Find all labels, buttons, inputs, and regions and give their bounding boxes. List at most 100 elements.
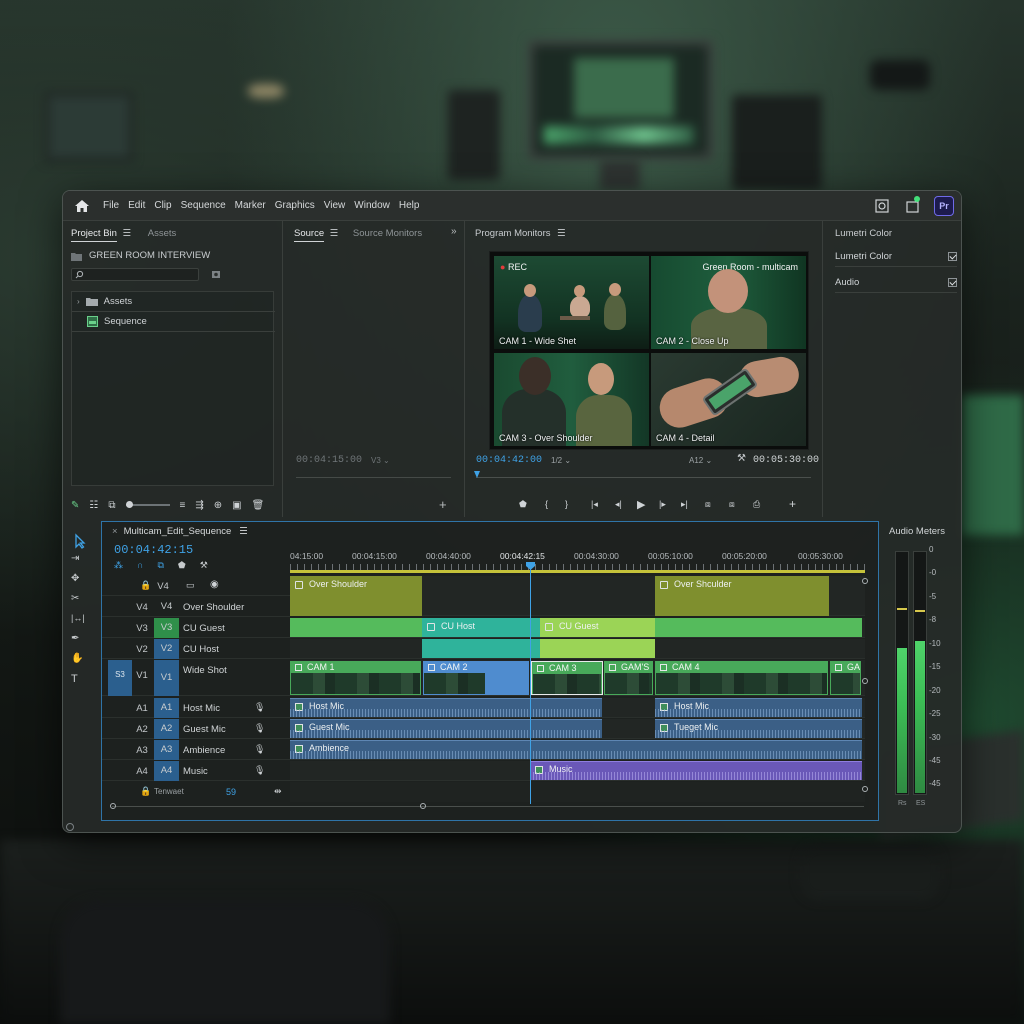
panel-menu-icon[interactable]: ☰ [239,526,248,537]
add-button[interactable]: + [439,497,447,512]
sort-icon[interactable]: ≡ [180,500,186,511]
clip-cam-5[interactable]: GAM'S [604,661,654,695]
effect-checkbox[interactable] [948,252,957,261]
microphone-icon[interactable]: 🎙 [254,723,265,734]
clip-ambience[interactable]: Ambience [290,740,862,759]
tab-source[interactable]: Source [294,228,325,242]
go-to-in-icon[interactable]: |◂ [591,499,598,510]
track-patch[interactable]: A1 [154,698,179,718]
clip-cu-guest[interactable] [290,618,422,637]
nest-icon[interactable]: ⁂ [114,560,123,571]
horizontal-scrollbar[interactable] [112,806,864,807]
eye-icon[interactable]: ◉ [210,579,219,590]
scrollbar-handle-left[interactable] [110,803,116,809]
close-icon[interactable]: × [112,526,118,537]
source-timecode[interactable]: 00:04:15:00 [296,455,362,466]
list-view-icon[interactable]: ☷ [89,500,98,511]
clip-cam-2[interactable]: CAM 2 [423,661,530,695]
cam-4-view[interactable]: CAM 4 - Detail [651,353,806,446]
step-back-icon[interactable]: ◂| [615,499,622,510]
clip-cu-guest[interactable] [655,618,862,637]
clip-cam-3[interactable]: CAM 3 [531,661,603,695]
menu-help[interactable]: Help [399,200,420,211]
chevron-right-icon[interactable]: › [77,297,80,306]
track-patch[interactable]: V2 [154,639,179,659]
audio-meters-title[interactable]: Audio Meters [889,526,945,537]
quality-select[interactable]: A12 ⌄ [689,456,712,465]
track-header-v2[interactable]: V2 V2 CU Host [102,639,290,659]
fit-sequence-icon[interactable]: ⇹ [274,786,282,797]
play-icon[interactable]: ▶ [637,498,645,511]
overwrite-icon[interactable]: ⧈ [729,499,735,510]
clip-cam-4[interactable]: CAM 4 [655,661,829,695]
track-select-icon[interactable]: ⇥ [71,553,89,569]
menu-sequence[interactable]: Sequence [181,200,226,211]
scroll-handle[interactable] [862,786,868,792]
track-patch[interactable]: V4 [154,597,179,617]
track-header-a3[interactable]: A3 A3 Ambience 🎙 [102,740,290,760]
menu-graphics[interactable]: Graphics [275,200,315,211]
step-forward-icon[interactable]: |▸ [659,499,666,510]
lock-icon[interactable]: 🔒 [140,580,151,591]
film-icon[interactable]: ▭ [186,580,195,591]
track-patch[interactable]: A2 [154,719,179,739]
menu-clip[interactable]: Clip [154,200,171,211]
time-ruler[interactable]: 04:15:00 00:04:15:00 00:04:40:00 00:04:4… [290,546,865,574]
hand-tool-icon[interactable]: ✋ [71,653,89,669]
find-icon[interactable]: ⊕ [214,500,222,511]
track-patch[interactable]: A4 [154,761,179,781]
bin-item-assets[interactable]: › Assets [72,292,275,312]
timeline-playhead[interactable] [530,564,531,804]
snap-icon[interactable]: ∩ [137,560,143,571]
track-header-a2[interactable]: A2 A2 Guest Mic 🎙 [102,719,290,739]
track-patch[interactable]: V3 [154,618,179,638]
microphone-icon[interactable]: 🎙 [254,765,265,776]
timeline-timecode[interactable]: 00:04:42:15 [114,543,193,557]
tab-assets[interactable]: Assets [148,228,177,239]
export-frame-icon[interactable]: ⎙ [753,499,760,510]
clip-guest-mic[interactable]: Guest Mic [290,719,602,738]
track-header-v4[interactable]: V4 V4 Over Shoulder [102,597,290,617]
pencil-icon[interactable]: ✎ [71,500,79,511]
effect-row-lumetri[interactable]: Lumetri Color [835,247,957,267]
tab-project-bin[interactable]: Project Bin [71,228,117,242]
tab-source-monitors[interactable]: Source Monitors [353,228,422,239]
new-bin-icon[interactable] [211,269,221,279]
clip-over-shoulder[interactable]: Over Shoulder [290,576,422,616]
clip-cu-host[interactable] [422,639,540,658]
panel-menu-icon[interactable]: ☰ [123,228,132,239]
clip-cu-guest[interactable] [540,639,655,658]
home-icon[interactable] [73,197,91,215]
program-scrubber[interactable] [476,477,811,478]
type-tool-icon[interactable]: T [71,673,89,689]
freeform-view-icon[interactable]: ⧉ [108,500,115,511]
work-area-bar[interactable] [290,570,865,573]
cam-3-view[interactable]: CAM 3 - Over Shoulder [494,353,649,446]
mark-out-icon[interactable]: } [565,499,568,509]
panel-menu-icon[interactable]: ☰ [330,228,339,239]
clip-cu-guest[interactable]: CU Guest [540,618,655,637]
settings-wrench-icon[interactable]: ⚒ [200,560,208,571]
clip-over-shoulder[interactable]: Over Shculder [655,576,829,616]
track-header-a4[interactable]: A4 A4 Music 🎙 [102,761,290,781]
add-button[interactable]: + [789,497,796,511]
track-header-v3[interactable]: V3 V3 CU Guest [102,618,290,638]
new-item-icon[interactable]: ▣ [232,500,241,511]
selection-tool-icon[interactable] [71,533,89,549]
menu-file[interactable]: File [103,200,119,211]
scrollbar-handle-right[interactable] [420,803,426,809]
panel-overflow-icon[interactable]: » [451,226,457,237]
automate-icon[interactable]: ⇶ [195,500,203,511]
menu-window[interactable]: Window [354,200,390,211]
track-header-a1[interactable]: A1 A1 Host Mic 🎙 [102,698,290,718]
wrench-icon[interactable]: ⚒ [737,453,746,464]
source-zoom-select[interactable]: V3 ⌄ [371,456,390,465]
bin-search-input[interactable] [71,268,199,281]
multicam-view[interactable]: ● REC CAM 1 - Wide Shet Green Room - mul… [489,251,809,450]
scroll-handle[interactable] [862,578,868,584]
program-timecode[interactable]: 00:04:42:00 [476,455,542,466]
clip-cam-1[interactable]: CAM 1 [290,661,422,695]
track-patch[interactable]: A3 [154,740,179,760]
clip-host-mic[interactable]: Host Mic [655,698,862,717]
lock-icon[interactable]: 🔒 [140,786,151,797]
